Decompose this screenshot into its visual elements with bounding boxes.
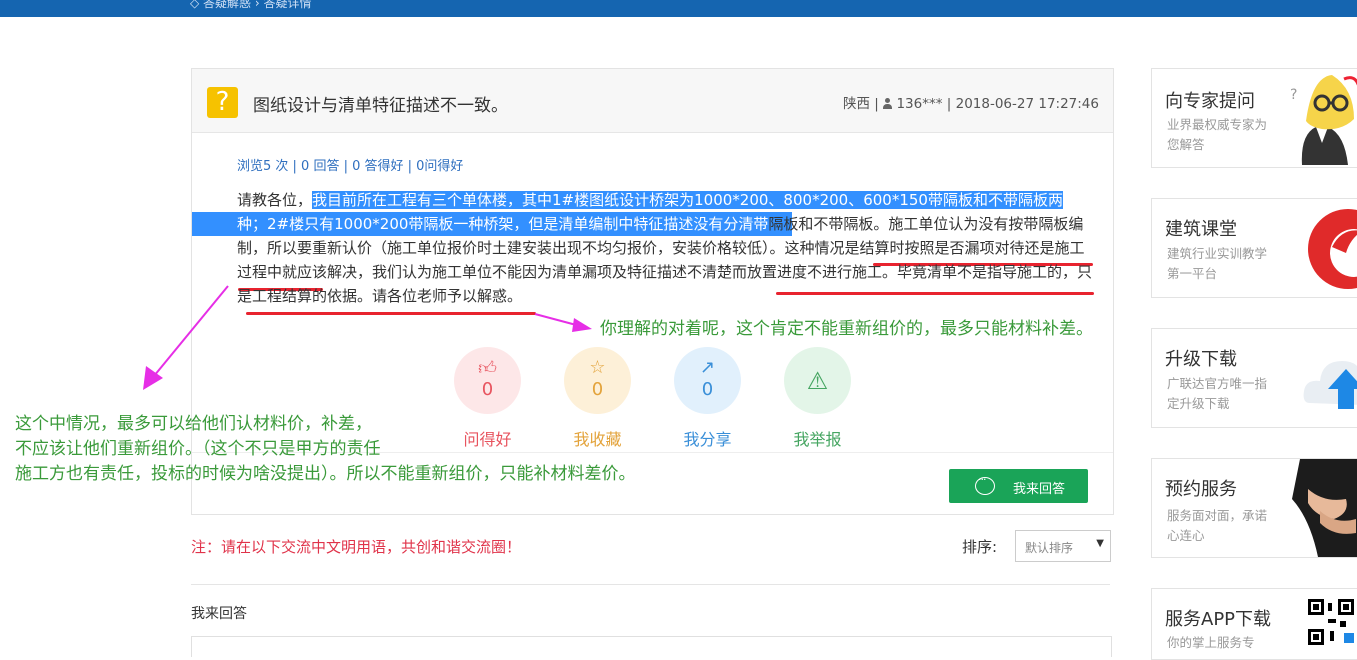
sort-label: 排序: bbox=[962, 538, 998, 556]
annotation-note-line-1: 这个中情况，最多可以给他们认材料价，补差， bbox=[15, 414, 372, 434]
my-answer-heading: 我来回答 bbox=[191, 606, 247, 622]
answer-button[interactable]: 我来回答 bbox=[949, 469, 1088, 503]
question-region: 陕西 bbox=[843, 96, 870, 112]
like-label: 问得好 bbox=[463, 430, 512, 449]
thumbs-up-icon: 👍︎ bbox=[478, 358, 497, 379]
question-mark-icon: ? bbox=[207, 87, 238, 118]
annotation-reply: 你理解的对着呢，这个肯定不能重新组价的，最多只能材料补差。 bbox=[600, 319, 1093, 339]
question-datetime: 2018-06-27 17:27:46 bbox=[955, 96, 1099, 112]
chat-bubble-icon bbox=[975, 473, 995, 495]
like-action[interactable]: 👍︎ 0 问得好 bbox=[454, 347, 521, 450]
answer-button-label: 我来回答 bbox=[1013, 482, 1066, 497]
sidebar-desc: 你的掌上服务专 bbox=[1167, 635, 1255, 650]
body-highlight-1: 我目前所在工程有三个单体楼，其中1#楼图纸设计桥架为1000*200、800*2… bbox=[312, 191, 1063, 209]
svg-text:?: ? bbox=[1290, 87, 1297, 103]
collect-label: 我收藏 bbox=[573, 430, 622, 449]
sort-value: 默认排序 bbox=[1025, 541, 1074, 555]
sidebar-ask-expert[interactable]: 向专家提问 业界最权威专家为您解答 ? bbox=[1151, 68, 1357, 168]
qr-code-icon bbox=[1308, 599, 1354, 645]
sidebar-app-download[interactable]: 服务APP下载 你的掌上服务专 bbox=[1151, 588, 1357, 660]
notice-text: 注：请在以下交流中文明用语，共创和谐交流圈！ bbox=[191, 538, 522, 556]
sidebar-desc: 建筑行业实训教学第一平台 bbox=[1167, 246, 1268, 281]
share-count: 0 bbox=[701, 379, 714, 400]
divider bbox=[191, 584, 1110, 585]
sidebar-building-class[interactable]: 建筑课堂 建筑行业实训教学第一平台 bbox=[1151, 198, 1357, 298]
question-title: 图纸设计与清单特征描述不一致。 bbox=[253, 96, 508, 116]
question-header: ? 图纸设计与清单特征描述不一致。 陕西 | 136*** | 2018-06-… bbox=[192, 69, 1113, 133]
expert-mascot-icon: ? bbox=[1290, 75, 1357, 165]
classroom-logo-icon bbox=[1308, 209, 1357, 289]
share-label: 我分享 bbox=[683, 430, 732, 449]
sidebar-upgrade-download[interactable]: 升级下载 广联达官方唯一指定升级下载 bbox=[1151, 328, 1357, 428]
share-action[interactable]: ↗ 0 我分享 bbox=[674, 347, 741, 450]
sidebar-desc: 服务面对面，承诺心连心 bbox=[1167, 508, 1268, 543]
question-body: 请教各位，我目前所在工程有三个单体楼，其中1#楼图纸设计桥架为1000*200、… bbox=[192, 188, 1092, 308]
share-icon: ↗ bbox=[699, 357, 716, 378]
body-highlight-2: 种；2#楼只有1000*200带隔板一种桥架，但是清单编制中特征描述没有分清带 bbox=[237, 215, 769, 233]
like-count: 0 bbox=[481, 379, 494, 400]
question-stats: 浏览5 次 | 0 回答 | 0 答得好 | 0问得好 bbox=[237, 159, 464, 174]
body-prefix: 请教各位， bbox=[237, 191, 313, 209]
handshake-icon bbox=[1292, 459, 1357, 557]
sidebar-appointment[interactable]: 预约服务 服务面对面，承诺心连心 bbox=[1151, 458, 1357, 558]
top-nav-bar: ◇ 答疑解惑 › 答疑详情 bbox=[0, 0, 1357, 17]
red-underline bbox=[776, 292, 1094, 295]
answer-editor[interactable] bbox=[191, 636, 1112, 657]
annotation-note-line-2: 不应该让他们重新组价。（这个不只是甲方的责任 bbox=[15, 439, 381, 459]
sidebar-title: 升级下载 bbox=[1165, 349, 1237, 370]
collect-action[interactable]: ☆ 0 我收藏 bbox=[564, 347, 631, 450]
question-user[interactable]: 136*** bbox=[896, 96, 942, 112]
annotation-note-line-3: 施工方也有责任，投标的时候为啥没提出）。所以不能重新组价，只能补材料差价。 bbox=[15, 464, 636, 484]
star-icon: ☆ bbox=[589, 357, 606, 378]
sidebar-title: 预约服务 bbox=[1165, 479, 1237, 500]
red-underline bbox=[246, 312, 536, 315]
sidebar-desc: 广联达官方唯一指定升级下载 bbox=[1167, 376, 1268, 411]
question-meta: 陕西 | 136*** | 2018-06-27 17:27:46 bbox=[843, 96, 1099, 112]
sidebar-desc: 业界最权威专家为您解答 bbox=[1167, 117, 1268, 152]
breadcrumb[interactable]: ◇ 答疑解惑 › 答疑详情 bbox=[190, 0, 311, 11]
chevron-down-icon: ▼ bbox=[1096, 538, 1104, 549]
user-icon bbox=[883, 98, 893, 109]
collect-count: 0 bbox=[591, 379, 604, 400]
cloud-download-icon bbox=[1303, 361, 1357, 409]
sidebar-title: 服务APP下载 bbox=[1165, 609, 1272, 630]
warning-icon: ⚠ bbox=[806, 367, 829, 395]
sidebar-title: 建筑课堂 bbox=[1165, 219, 1237, 240]
sort-select[interactable]: 默认排序 ▼ bbox=[1015, 530, 1111, 562]
report-label: 我举报 bbox=[793, 430, 842, 449]
report-action[interactable]: ⚠ 我举报 bbox=[784, 347, 851, 450]
sidebar-title: 向专家提问 bbox=[1165, 91, 1255, 112]
